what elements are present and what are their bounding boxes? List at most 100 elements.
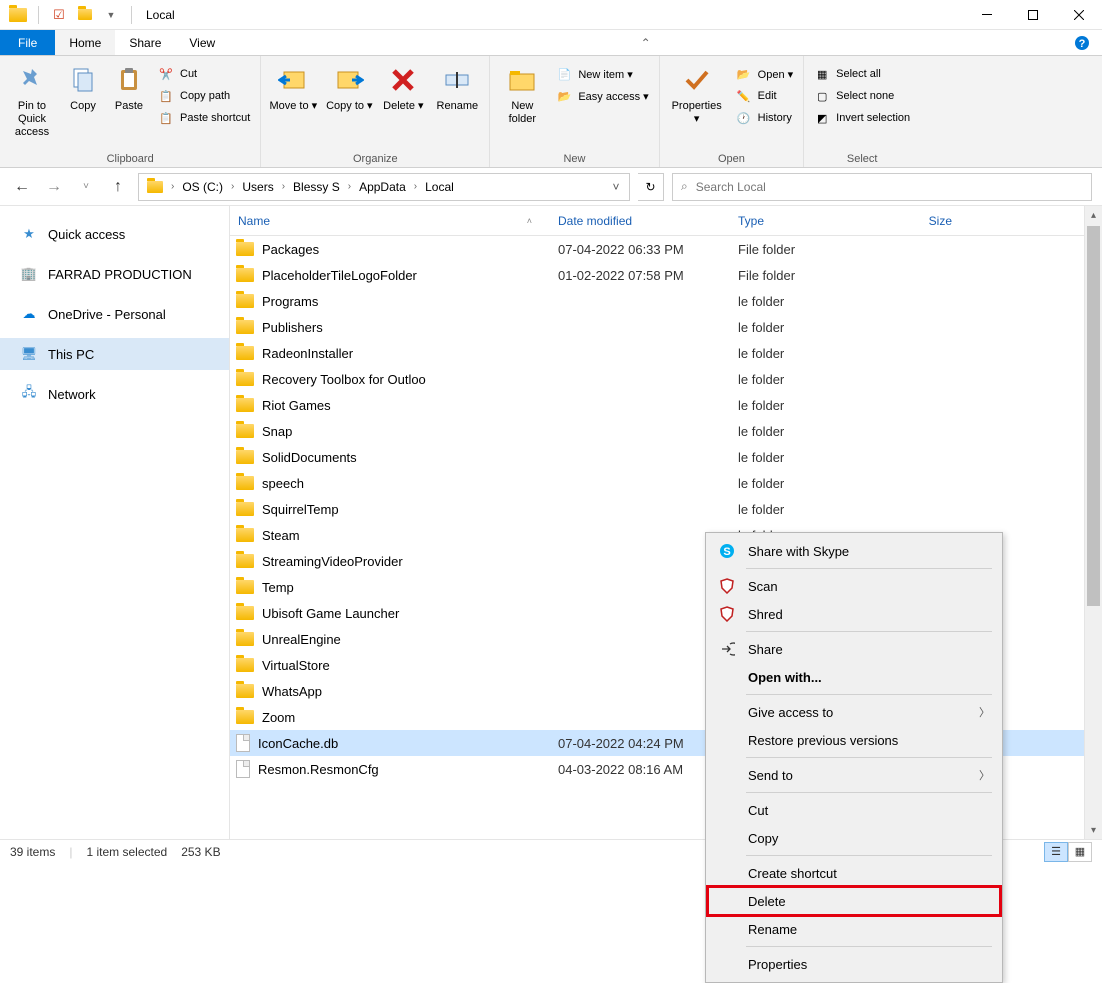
copy-path-button[interactable]: 📋Copy path [154, 86, 254, 106]
skype-icon: S [716, 543, 738, 559]
forward-button[interactable]: → [42, 175, 66, 199]
table-row[interactable]: Snaple folder [230, 418, 1102, 444]
move-to-icon [277, 64, 309, 96]
row-name: Packages [262, 242, 319, 257]
rename-button[interactable]: Rename [431, 60, 483, 117]
open-button[interactable]: 📂Open ▾ [732, 64, 798, 84]
easy-access-button[interactable]: 📂Easy access ▾ [552, 86, 652, 106]
breadcrumb-dropdown[interactable]: ˅ [605, 180, 627, 194]
icons-view-button[interactable]: ▦ [1068, 842, 1092, 862]
context-menu-separator [746, 855, 992, 856]
context-menu-item[interactable]: Share [708, 635, 1000, 663]
folder-icon [236, 580, 254, 594]
table-row[interactable]: SquirrelTemple folder [230, 496, 1102, 522]
tab-share[interactable]: Share [115, 30, 175, 55]
sidebar-farrad[interactable]: 🏢 FARRAD PRODUCTION [0, 258, 229, 290]
tab-view[interactable]: View [175, 30, 229, 55]
table-row[interactable]: PlaceholderTileLogoFolder01-02-2022 07:5… [230, 262, 1102, 288]
row-name: Ubisoft Game Launcher [262, 606, 399, 621]
paste-button[interactable]: Paste [108, 60, 150, 117]
crumb-3[interactable]: AppData [353, 174, 412, 200]
ribbon-group-clipboard: Pin to Quick access Copy Paste ✂️Cut 📋Co… [0, 56, 261, 167]
cut-button[interactable]: ✂️Cut [154, 64, 254, 84]
copy-to-button[interactable]: Copy to ▾ [323, 60, 375, 117]
pin-quick-access-button[interactable]: Pin to Quick access [6, 60, 58, 143]
scroll-up-button[interactable]: ▴ [1085, 206, 1102, 224]
recent-dropdown[interactable]: ˅ [74, 175, 98, 199]
context-menu-item[interactable]: Shred [708, 600, 1000, 628]
crumb-4[interactable]: Local [419, 174, 460, 200]
quick-access-check-icon[interactable]: ☑ [49, 5, 69, 25]
minimize-button[interactable] [964, 0, 1010, 30]
context-menu-item[interactable]: Scan [708, 572, 1000, 600]
context-menu-item[interactable]: Send to〉 [708, 761, 1000, 789]
share-icon [716, 641, 738, 657]
table-row[interactable]: SolidDocumentsle folder [230, 444, 1102, 470]
table-row[interactable]: Riot Gamesle folder [230, 392, 1102, 418]
sidebar-network[interactable]: 🖧 Network [0, 378, 229, 410]
tab-file[interactable]: File [0, 30, 55, 55]
table-row[interactable]: Publishersle folder [230, 314, 1102, 340]
table-row[interactable]: RadeonInstallerle folder [230, 340, 1102, 366]
row-name: Programs [262, 294, 318, 309]
edit-button[interactable]: ✏️Edit [732, 86, 798, 106]
crumb-0[interactable]: OS (C:) [176, 174, 229, 200]
properties-button[interactable]: Properties ▾ [666, 60, 728, 130]
select-all-button[interactable]: ▦Select all [810, 64, 914, 84]
svg-text:S: S [723, 546, 730, 558]
new-item-button[interactable]: 📄New item ▾ [552, 64, 652, 84]
table-row[interactable]: Programsle folder [230, 288, 1102, 314]
column-headers[interactable]: Name ˄ Date modified Type Size [230, 206, 1102, 236]
move-to-button[interactable]: Move to ▾ [267, 60, 319, 117]
details-view-button[interactable]: ☰ [1044, 842, 1068, 862]
context-menu-item[interactable]: Create shortcut [708, 859, 1000, 887]
maximize-button[interactable] [1010, 0, 1056, 30]
row-name: WhatsApp [262, 684, 322, 699]
context-menu-label: Copy [748, 831, 990, 846]
sidebar-this-pc[interactable]: 🖥 This PC [0, 338, 229, 370]
table-row[interactable]: Packages07-04-2022 06:33 PMFile folder [230, 236, 1102, 262]
help-button[interactable]: ? [1062, 30, 1102, 55]
context-menu-item[interactable]: Give access to〉 [708, 698, 1000, 726]
cloud-icon: ☁ [20, 305, 38, 323]
crumb-2[interactable]: Blessy S [287, 174, 346, 200]
context-menu-item[interactable]: Cut [708, 796, 1000, 824]
paste-shortcut-button[interactable]: 📋Paste shortcut [154, 108, 254, 128]
context-menu-item[interactable]: SShare with Skype [708, 537, 1000, 565]
up-button[interactable]: ↑ [106, 175, 130, 199]
context-menu-item[interactable]: Restore previous versions [708, 726, 1000, 754]
context-menu-label: Restore previous versions [748, 733, 990, 748]
context-menu-item[interactable]: Delete [708, 887, 1000, 915]
delete-button[interactable]: Delete ▾ [379, 60, 427, 117]
table-row[interactable]: speechle folder [230, 470, 1102, 496]
scroll-down-button[interactable]: ▾ [1085, 821, 1102, 839]
qat-folder-icon[interactable] [75, 5, 95, 25]
row-date: 07-04-2022 04:24 PM [550, 736, 730, 751]
close-button[interactable] [1056, 0, 1102, 30]
vertical-scrollbar[interactable]: ▴ ▾ [1084, 206, 1102, 839]
select-none-button[interactable]: ▢Select none [810, 86, 914, 106]
collapse-ribbon-button[interactable]: ⌃ [626, 30, 666, 55]
crumb-1[interactable]: Users [236, 174, 279, 200]
context-menu-item[interactable]: Rename [708, 915, 1000, 943]
table-row[interactable]: Recovery Toolbox for Outloole folder [230, 366, 1102, 392]
history-button[interactable]: 🕐History [732, 108, 798, 128]
search-input[interactable]: ⌕ Search Local [672, 173, 1092, 201]
tab-home[interactable]: Home [55, 30, 115, 55]
refresh-button[interactable]: ↻ [638, 173, 664, 201]
new-folder-button[interactable]: New folder [496, 60, 548, 130]
context-menu-item[interactable]: Properties [708, 950, 1000, 978]
breadcrumb[interactable]: › OS (C:)› Users› Blessy S› AppData› Loc… [138, 173, 630, 201]
sidebar-onedrive[interactable]: ☁ OneDrive - Personal [0, 298, 229, 330]
invert-selection-button[interactable]: ◩Invert selection [810, 108, 914, 128]
context-menu-item[interactable]: Copy [708, 824, 1000, 852]
qat-dropdown-icon[interactable]: ▼ [101, 5, 121, 25]
back-button[interactable]: ← [10, 175, 34, 199]
context-menu: SShare with Skype ScanShred ShareOpen with… [705, 532, 1003, 983]
row-name: UnrealEngine [262, 632, 341, 647]
shield-icon [716, 578, 738, 594]
copy-button[interactable]: Copy [62, 60, 104, 117]
scroll-thumb[interactable] [1087, 226, 1100, 606]
sidebar-quick-access[interactable]: ★ Quick access [0, 218, 229, 250]
context-menu-item[interactable]: Open with... [708, 663, 1000, 691]
